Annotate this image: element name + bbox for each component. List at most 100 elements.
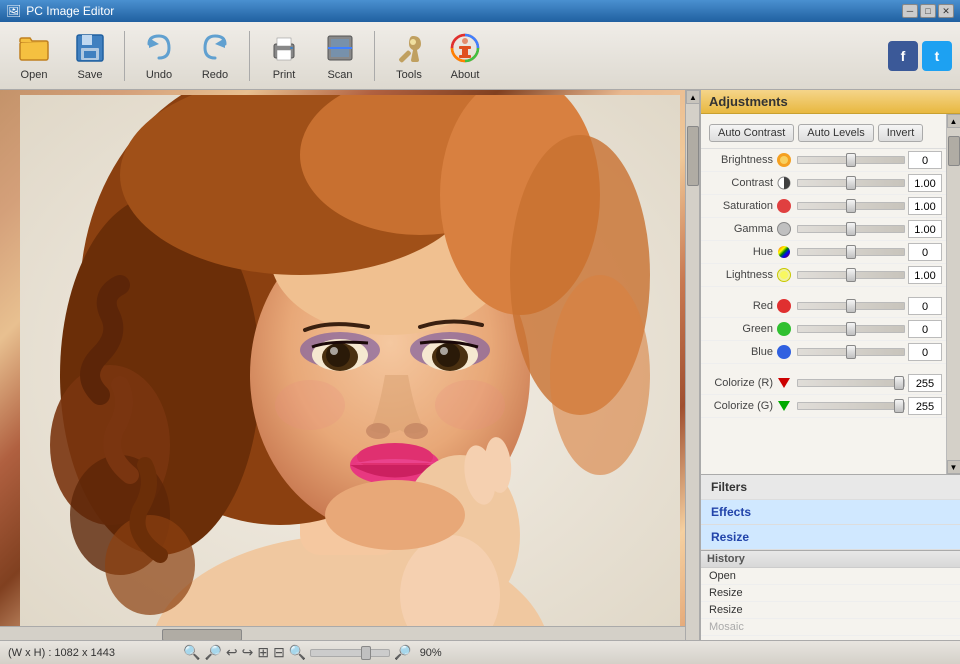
auto-buttons-row: Auto Contrast Auto Levels Invert xyxy=(701,118,946,149)
effects-tab[interactable]: Effects xyxy=(701,500,960,525)
save-button[interactable]: Save xyxy=(64,26,116,86)
lightness-row: Lightness 1.00 xyxy=(701,264,946,287)
print-icon xyxy=(266,30,302,66)
tool-3-icon[interactable]: ↩ xyxy=(226,644,238,661)
colorize-g-value: 255 xyxy=(908,397,942,415)
open-button[interactable]: Open xyxy=(8,26,60,86)
minimize-button[interactable]: ─ xyxy=(902,4,918,18)
auto-levels-button[interactable]: Auto Levels xyxy=(798,124,873,142)
about-label: About xyxy=(451,69,480,81)
blue-row: Blue 0 xyxy=(701,341,946,364)
colorize-r-icon xyxy=(777,376,791,390)
saturation-value: 1.00 xyxy=(908,197,942,215)
red-row: Red 0 xyxy=(701,295,946,318)
filters-tab[interactable]: Filters xyxy=(701,475,960,500)
auto-contrast-button[interactable]: Auto Contrast xyxy=(709,124,794,142)
panel-tabs: Filters Effects Resize xyxy=(701,474,960,550)
social-buttons: f t xyxy=(888,41,952,71)
green-slider[interactable] xyxy=(797,325,905,333)
resize-tab[interactable]: Resize xyxy=(701,525,960,550)
gamma-slider[interactable] xyxy=(797,225,905,233)
tool-4-icon[interactable]: ↪ xyxy=(242,644,254,661)
green-label: Green xyxy=(705,323,777,335)
slider-divider-1 xyxy=(701,287,946,295)
canvas-hscrollbar[interactable] xyxy=(0,626,685,640)
hue-row: Hue xyxy=(701,241,946,264)
contrast-label: Contrast xyxy=(705,177,777,189)
lightness-slider[interactable] xyxy=(797,271,905,279)
scroll-down-button[interactable]: ▼ xyxy=(947,460,960,474)
about-icon xyxy=(447,30,483,66)
close-button[interactable]: ✕ xyxy=(938,4,954,18)
contrast-row: Contrast 1.00 xyxy=(701,172,946,195)
app-icon: 🖼 xyxy=(6,4,21,18)
green-icon xyxy=(777,322,791,336)
brightness-row: Brightness 0 xyxy=(701,149,946,172)
invert-button[interactable]: Invert xyxy=(878,124,924,142)
print-button[interactable]: Print xyxy=(258,26,310,86)
tools-button[interactable]: Tools xyxy=(383,26,435,86)
hue-label: Hue xyxy=(705,246,777,258)
canvas-vscroll-thumb[interactable] xyxy=(687,126,699,186)
undo-button[interactable]: Undo xyxy=(133,26,185,86)
blue-slider[interactable] xyxy=(797,348,905,356)
history-item-mosaic[interactable]: Mosaic xyxy=(701,619,960,636)
facebook-button[interactable]: f xyxy=(888,41,918,71)
gamma-value: 1.00 xyxy=(908,220,942,238)
toolbar-sep-2 xyxy=(249,31,250,81)
tool-5-icon[interactable]: ⊞ xyxy=(257,644,269,661)
hue-icon xyxy=(777,245,791,259)
canvas-vscrollbar[interactable]: ▲ xyxy=(685,90,699,640)
scroll-up-button[interactable]: ▲ xyxy=(947,114,960,128)
maximize-button[interactable]: □ xyxy=(920,4,936,18)
app-title: 🖼 PC Image Editor xyxy=(6,4,114,18)
colorize-r-row: Colorize (R) 255 xyxy=(701,372,946,395)
tool-1-icon[interactable]: 🔍 xyxy=(183,644,200,661)
lightness-label: Lightness xyxy=(705,269,777,281)
slider-divider-2 xyxy=(701,364,946,372)
zoom-slider[interactable] xyxy=(310,649,390,657)
scan-button[interactable]: Scan xyxy=(314,26,366,86)
right-panel: Adjustments Auto Contrast Auto Levels In… xyxy=(700,90,960,640)
adjustments-title: Adjustments xyxy=(709,94,788,109)
brightness-icon xyxy=(777,153,791,167)
colorize-r-slider[interactable] xyxy=(797,379,905,387)
redo-icon xyxy=(197,30,233,66)
window-controls: ─ □ ✕ xyxy=(902,4,954,18)
colorize-g-icon xyxy=(777,399,791,413)
contrast-value: 1.00 xyxy=(908,174,942,192)
adjustments-scrollbar[interactable]: ▲ ▼ xyxy=(946,114,960,474)
tool-6-icon[interactable]: ⊟ xyxy=(273,644,285,661)
status-bar: (W x H) : 1082 x 1443 🔍 🔎 ↩ ↪ ⊞ ⊟ 🔍 🔎 90… xyxy=(0,640,960,664)
twitter-button[interactable]: t xyxy=(922,41,952,71)
history-item-open[interactable]: Open xyxy=(701,568,960,585)
hue-slider[interactable] xyxy=(797,248,905,256)
toolbar-sep-3 xyxy=(374,31,375,81)
red-slider[interactable] xyxy=(797,302,905,310)
saturation-row: Saturation 1.00 xyxy=(701,195,946,218)
zoom-out-icon[interactable]: 🔍 xyxy=(289,644,306,661)
gamma-label: Gamma xyxy=(705,223,777,235)
colorize-r-value: 255 xyxy=(908,374,942,392)
undo-label: Undo xyxy=(146,69,172,81)
tool-2-icon[interactable]: 🔎 xyxy=(204,644,221,661)
zoom-in-icon[interactable]: 🔎 xyxy=(394,644,411,661)
about-button[interactable]: About xyxy=(439,26,491,86)
hue-value: 0 xyxy=(908,243,942,261)
history-item-resize-1[interactable]: Resize xyxy=(701,585,960,602)
scroll-thumb[interactable] xyxy=(948,136,960,166)
dimensions-text: (W x H) : 1082 x 1443 xyxy=(8,647,115,659)
toolbar-sep-1 xyxy=(124,31,125,81)
history-panel: History Open Resize Resize Mosaic xyxy=(701,550,960,640)
colorize-g-slider[interactable] xyxy=(797,402,905,410)
blue-label: Blue xyxy=(705,346,777,358)
saturation-slider[interactable] xyxy=(797,202,905,210)
history-item-resize-2[interactable]: Resize xyxy=(701,602,960,619)
gamma-row: Gamma 1.00 xyxy=(701,218,946,241)
brightness-slider[interactable] xyxy=(797,156,905,164)
open-label: Open xyxy=(21,69,48,81)
lightness-value: 1.00 xyxy=(908,266,942,284)
redo-button[interactable]: Redo xyxy=(189,26,241,86)
canvas-hscroll-thumb[interactable] xyxy=(162,629,242,640)
contrast-slider[interactable] xyxy=(797,179,905,187)
